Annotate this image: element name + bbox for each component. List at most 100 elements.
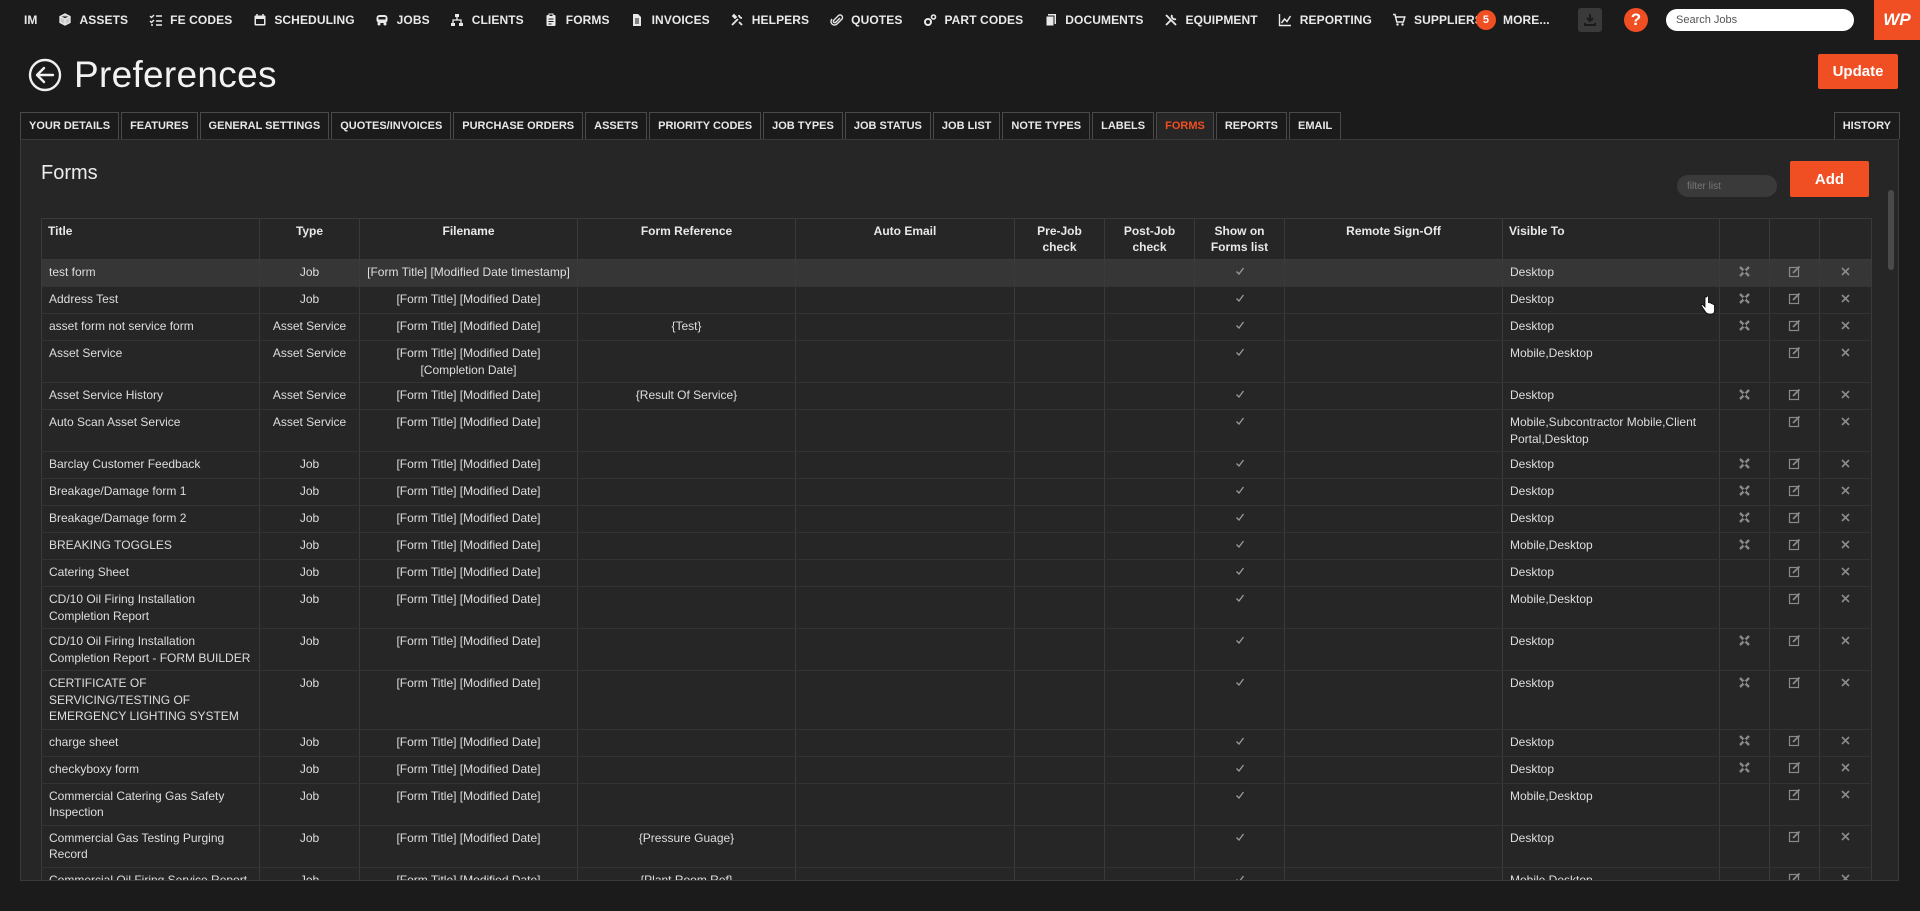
- unlink-icon[interactable]: [1738, 291, 1752, 305]
- delete-icon[interactable]: [1839, 564, 1853, 578]
- back-arrow-icon[interactable]: [28, 58, 62, 92]
- table-row[interactable]: Asset Service History Asset Service [Form …: [41, 382, 1872, 410]
- table-row[interactable]: Breakage/Damage form 2 Job [Form Title] [M…: [41, 505, 1872, 533]
- tab-purchase-orders[interactable]: PURCHASE ORDERS: [453, 112, 584, 139]
- nav-item-reporting[interactable]: REPORTING: [1268, 0, 1382, 40]
- more-menu[interactable]: 5 MORE...: [1466, 0, 1560, 40]
- delete-icon[interactable]: [1839, 318, 1853, 332]
- unlink-icon[interactable]: [1738, 456, 1752, 470]
- delete-icon[interactable]: [1839, 345, 1853, 359]
- edit-icon[interactable]: [1788, 761, 1802, 775]
- table-row[interactable]: checkyboxy form Job [Form Title] [Modified…: [41, 756, 1872, 784]
- nav-item-equipment[interactable]: EQUIPMENT: [1153, 0, 1267, 40]
- delete-icon[interactable]: [1839, 675, 1853, 689]
- tab-features[interactable]: FEATURES: [121, 112, 198, 139]
- delete-icon[interactable]: [1839, 591, 1853, 605]
- edit-icon[interactable]: [1788, 318, 1802, 332]
- nav-item-clients[interactable]: CLIENTS: [440, 0, 534, 40]
- update-button[interactable]: Update: [1818, 54, 1898, 89]
- unlink-icon[interactable]: [1738, 510, 1752, 524]
- edit-icon[interactable]: [1788, 291, 1802, 305]
- unlink-icon[interactable]: [1738, 537, 1752, 551]
- tab-labels[interactable]: LABELS: [1092, 112, 1155, 139]
- tab-forms[interactable]: FORMS: [1156, 112, 1214, 139]
- table-row[interactable]: test form Job [Form Title] [Modified Date …: [41, 259, 1872, 287]
- table-row[interactable]: Catering Sheet Job [Form Title] [Modified …: [41, 559, 1872, 587]
- table-row[interactable]: CD/10 Oil Firing Installation Completion…: [41, 586, 1872, 629]
- table-row[interactable]: Address Test Job [Form Title] [Modified Da…: [41, 286, 1872, 314]
- table-row[interactable]: Commercial Oil Firing Service Report Job[…: [41, 867, 1872, 880]
- edit-icon[interactable]: [1788, 456, 1802, 470]
- column-header[interactable]: Form Reference: [577, 218, 796, 260]
- tab-priority-codes[interactable]: PRIORITY CODES: [649, 112, 762, 139]
- delete-icon[interactable]: [1839, 734, 1853, 748]
- column-header[interactable]: Remote Sign-Off: [1284, 218, 1503, 260]
- edit-icon[interactable]: [1788, 264, 1802, 278]
- column-header[interactable]: Title: [41, 218, 260, 260]
- edit-icon[interactable]: [1788, 633, 1802, 647]
- delete-icon[interactable]: [1839, 537, 1853, 551]
- add-form-button[interactable]: Add: [1790, 161, 1869, 197]
- unlink-icon[interactable]: [1738, 633, 1752, 647]
- edit-icon[interactable]: [1788, 345, 1802, 359]
- unlink-icon[interactable]: [1738, 761, 1752, 775]
- table-row[interactable]: Asset Service Asset Service [Form Title] […: [41, 340, 1872, 383]
- column-header[interactable]: Type: [259, 218, 360, 260]
- edit-icon[interactable]: [1788, 591, 1802, 605]
- unlink-icon[interactable]: [1738, 675, 1752, 689]
- nav-item-part-codes[interactable]: PART CODES: [912, 0, 1033, 40]
- unlink-icon[interactable]: [1738, 318, 1752, 332]
- tab-email[interactable]: EMAIL: [1289, 112, 1342, 139]
- column-header[interactable]: Pre-Job check: [1014, 218, 1105, 260]
- edit-icon[interactable]: [1788, 387, 1802, 401]
- tab-reports[interactable]: REPORTS: [1215, 112, 1288, 139]
- edit-icon[interactable]: [1788, 788, 1802, 802]
- search-jobs-input[interactable]: [1666, 9, 1854, 31]
- column-header[interactable]: Post-Job check: [1104, 218, 1195, 260]
- tab-note-types[interactable]: NOTE TYPES: [1002, 112, 1091, 139]
- download-button[interactable]: [1578, 8, 1602, 32]
- nav-item-forms[interactable]: FORMS: [534, 0, 620, 40]
- edit-icon[interactable]: [1788, 483, 1802, 497]
- table-row[interactable]: CERTIFICATE OF SERVICING/TESTING OF EMER…: [41, 670, 1872, 730]
- column-header[interactable]: Filename: [359, 218, 578, 260]
- delete-icon[interactable]: [1839, 483, 1853, 497]
- tab-quotes-invoices[interactable]: QUOTES/INVOICES: [331, 112, 452, 139]
- delete-icon[interactable]: [1839, 264, 1853, 278]
- table-row[interactable]: Commercial Gas Testing Purging Record Job…: [41, 825, 1872, 868]
- edit-icon[interactable]: [1788, 872, 1802, 880]
- delete-icon[interactable]: [1839, 872, 1853, 880]
- edit-icon[interactable]: [1788, 734, 1802, 748]
- unlink-icon[interactable]: [1738, 264, 1752, 278]
- table-row[interactable]: Auto Scan Asset Service Asset Service [For…: [41, 409, 1872, 452]
- edit-icon[interactable]: [1788, 510, 1802, 524]
- edit-icon[interactable]: [1788, 414, 1802, 428]
- table-row[interactable]: Barclay Customer Feedback Job [Form Title]…: [41, 451, 1872, 479]
- nav-item-helpers[interactable]: HELPERS: [720, 0, 819, 40]
- tab-general-settings[interactable]: GENERAL SETTINGS: [199, 112, 330, 139]
- delete-icon[interactable]: [1839, 510, 1853, 524]
- column-header[interactable]: Auto Email: [795, 218, 1015, 260]
- tab-job-list[interactable]: JOB LIST: [932, 112, 1001, 139]
- tab-job-status[interactable]: JOB STATUS: [844, 112, 931, 139]
- nav-item-quotes[interactable]: QUOTES: [819, 0, 912, 40]
- tab-history[interactable]: HISTORY: [1833, 112, 1900, 139]
- delete-icon[interactable]: [1839, 788, 1853, 802]
- delete-icon[interactable]: [1839, 414, 1853, 428]
- edit-icon[interactable]: [1788, 675, 1802, 689]
- nav-item-im[interactable]: IM: [14, 0, 48, 40]
- edit-icon[interactable]: [1788, 564, 1802, 578]
- unlink-icon[interactable]: [1738, 387, 1752, 401]
- nav-item-assets[interactable]: ASSETS: [48, 0, 139, 40]
- delete-icon[interactable]: [1839, 387, 1853, 401]
- table-row[interactable]: CD/10 Oil Firing Installation Completion…: [41, 628, 1872, 671]
- unlink-icon[interactable]: [1738, 483, 1752, 497]
- help-button[interactable]: ?: [1624, 8, 1648, 32]
- table-row[interactable]: Commercial Catering Gas Safety Inspectio…: [41, 783, 1872, 826]
- table-row[interactable]: BREAKING TOGGLES Job [Form Title] [Modifie…: [41, 532, 1872, 560]
- column-header[interactable]: Visible To: [1502, 218, 1720, 260]
- edit-icon[interactable]: [1788, 830, 1802, 844]
- scrollbar-thumb[interactable]: [1888, 190, 1894, 270]
- table-row[interactable]: charge sheet Job [Form Title] [Modified Da…: [41, 729, 1872, 757]
- nav-item-scheduling[interactable]: SCHEDULING: [242, 0, 364, 40]
